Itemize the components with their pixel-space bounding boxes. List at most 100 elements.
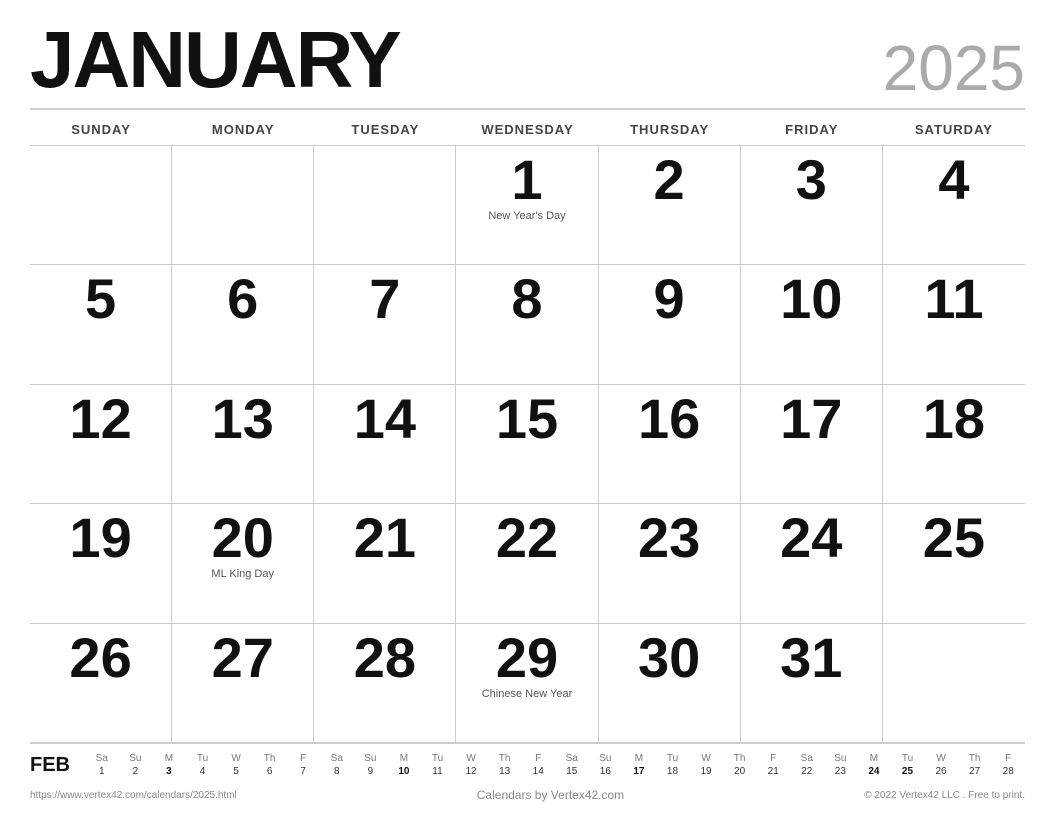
day-name-tuesday: TUESDAY	[314, 118, 456, 141]
date-number-8: 8	[511, 271, 542, 327]
date-number-21: 21	[354, 510, 416, 566]
day-name-friday: FRIDAY	[741, 118, 883, 141]
mini-day-7: 7	[286, 765, 320, 778]
date-number-18: 18	[923, 391, 985, 447]
mini-day-20: 20	[723, 765, 757, 778]
footer-center: Calendars by Vertex42.com	[477, 788, 624, 802]
date-number-11: 11	[924, 271, 983, 327]
calendar-cell-10: 10	[741, 265, 883, 384]
mini-day-28: 28	[991, 765, 1025, 778]
date-number-22: 22	[496, 510, 558, 566]
calendar-cell-2: 2	[599, 146, 741, 265]
calendar-cell-4: 4	[883, 146, 1025, 265]
calendar-cell-15: 15	[456, 385, 598, 504]
mini-day-13: 13	[488, 765, 522, 778]
calendar-cell-16: 16	[599, 385, 741, 504]
date-number-17: 17	[780, 391, 842, 447]
year-title: 2025	[883, 36, 1025, 100]
date-number-29: 29	[496, 630, 558, 686]
date-number-25: 25	[923, 510, 985, 566]
date-number-12: 12	[69, 391, 131, 447]
date-number-7: 7	[369, 271, 400, 327]
mini-day-23: 23	[824, 765, 858, 778]
date-number-20: 20	[212, 510, 274, 566]
mini-day-name-6: F	[286, 752, 320, 765]
mini-day-4: 4	[186, 765, 220, 778]
footer: https://www.vertex42.com/calendars/2025.…	[30, 782, 1025, 804]
mini-day-15: 15	[555, 765, 589, 778]
mini-day-name-4: W	[219, 752, 253, 765]
mini-day-name-17: Tu	[656, 752, 690, 765]
holiday-label-20: ML King Day	[182, 568, 303, 580]
mini-day-22: 22	[790, 765, 824, 778]
date-number-19: 19	[69, 510, 131, 566]
mini-day-11: 11	[421, 765, 455, 778]
date-number-3: 3	[796, 152, 827, 208]
mini-day-26: 26	[924, 765, 958, 778]
header-divider	[30, 108, 1025, 110]
mini-day-name-15: Su	[589, 752, 623, 765]
mini-day-name-12: Th	[488, 752, 522, 765]
calendar-cell-5: 5	[30, 265, 172, 384]
calendar-cell-1: 1 New Year's Day	[456, 146, 598, 265]
mini-day-name-27: F	[991, 752, 1025, 765]
calendar-cell-12: 12	[30, 385, 172, 504]
date-number-4: 4	[938, 152, 969, 208]
calendar-cell-empty	[172, 146, 314, 265]
month-title: JANUARY	[30, 20, 400, 100]
holiday-label-1: New Year's Day	[466, 210, 587, 222]
day-name-saturday: SATURDAY	[883, 118, 1025, 141]
date-number-5: 5	[85, 271, 116, 327]
calendar-cell-empty	[883, 624, 1025, 743]
mini-day-24: 24	[857, 765, 891, 778]
calendar-cell-empty	[314, 146, 456, 265]
mini-day-19: 19	[689, 765, 723, 778]
calendar-cell-31: 31	[741, 624, 883, 743]
mini-day-name-23: M	[857, 752, 891, 765]
date-number-2: 2	[654, 152, 685, 208]
calendar-cell-18: 18	[883, 385, 1025, 504]
calendar-cell-empty	[30, 146, 172, 265]
calendar-cell-24: 24	[741, 504, 883, 623]
mini-day-name-5: Th	[253, 752, 287, 765]
days-header: SUNDAYMONDAYTUESDAYWEDNESDAYTHURSDAYFRID…	[30, 114, 1025, 145]
day-name-wednesday: WEDNESDAY	[456, 118, 598, 141]
mini-day-1: 1	[85, 765, 119, 778]
mini-day-8: 8	[320, 765, 354, 778]
mini-day-name-3: Tu	[186, 752, 220, 765]
calendar-cell-7: 7	[314, 265, 456, 384]
date-number-9: 9	[654, 271, 685, 327]
mini-day-12: 12	[454, 765, 488, 778]
mini-day-3: 3	[152, 765, 186, 778]
date-number-15: 15	[496, 391, 558, 447]
date-number-26: 26	[69, 630, 131, 686]
mini-day-name-19: Th	[723, 752, 757, 765]
date-number-28: 28	[354, 630, 416, 686]
calendar-cell-17: 17	[741, 385, 883, 504]
mini-day-name-1: Su	[119, 752, 153, 765]
mini-day-27: 27	[958, 765, 992, 778]
mini-day-6: 6	[253, 765, 287, 778]
date-number-31: 31	[780, 630, 842, 686]
calendar-cell-27: 27	[172, 624, 314, 743]
mini-grid: SaSuMTuWThFSaSuMTuWThFSaSuMTuWThFSaSuMTu…	[85, 752, 1025, 778]
calendar-cell-21: 21	[314, 504, 456, 623]
mini-day-name-2: M	[152, 752, 186, 765]
calendar-cell-25: 25	[883, 504, 1025, 623]
mini-calendar-section: FEB SaSuMTuWThFSaSuMTuWThFSaSuMTuWThFSaS…	[30, 743, 1025, 782]
date-number-1: 1	[511, 152, 542, 208]
date-number-30: 30	[638, 630, 700, 686]
date-number-6: 6	[227, 271, 258, 327]
mini-day-name-21: Sa	[790, 752, 824, 765]
footer-left: https://www.vertex42.com/calendars/2025.…	[30, 790, 237, 801]
mini-day-25: 25	[891, 765, 925, 778]
mini-day-name-24: Tu	[891, 752, 925, 765]
mini-day-name-13: F	[521, 752, 555, 765]
calendar-cell-9: 9	[599, 265, 741, 384]
date-number-13: 13	[212, 391, 274, 447]
mini-day-name-25: W	[924, 752, 958, 765]
calendar-cell-6: 6	[172, 265, 314, 384]
mini-day-16: 16	[589, 765, 623, 778]
calendar-cell-22: 22	[456, 504, 598, 623]
mini-day-name-11: W	[454, 752, 488, 765]
